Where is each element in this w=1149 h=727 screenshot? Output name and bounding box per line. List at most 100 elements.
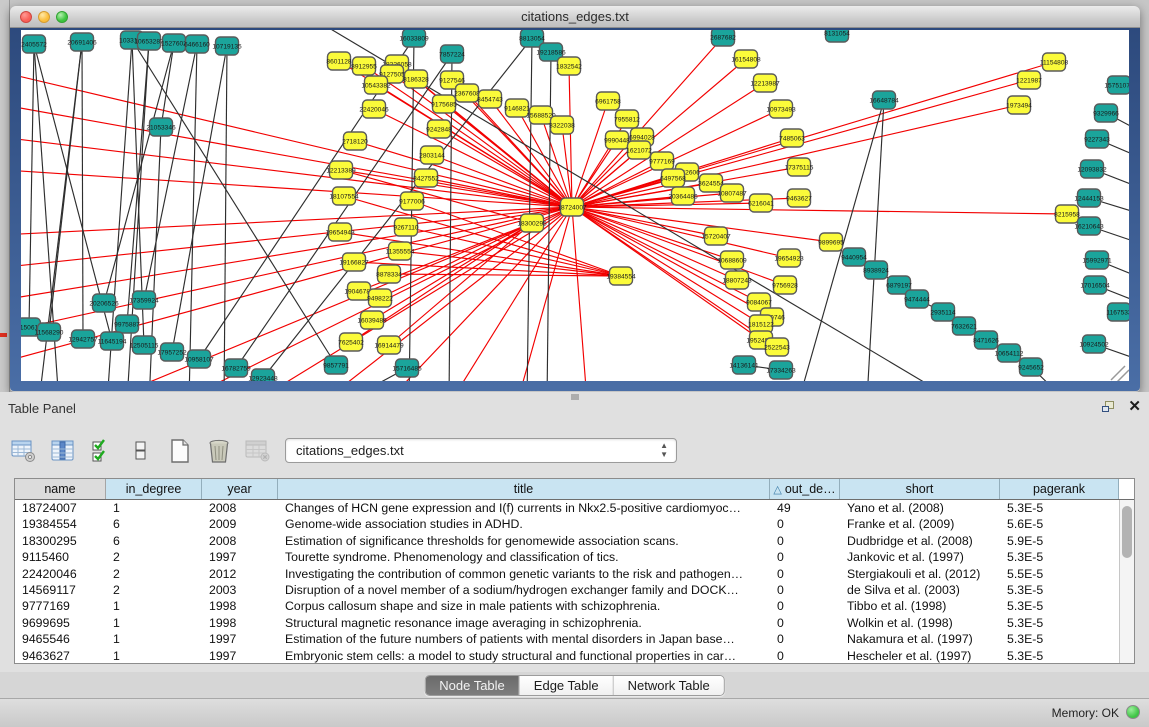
row-height-icon[interactable]: [127, 437, 155, 465]
graph-node[interactable]: 8878334: [376, 265, 402, 283]
graph-node[interactable]: 11645194: [98, 332, 127, 350]
graph-node[interactable]: 17016504: [1080, 276, 1110, 294]
column-header-short[interactable]: short: [840, 479, 1000, 499]
graph-node[interactable]: 16648784: [869, 91, 899, 109]
table-cell[interactable]: Tibbo et al. (1998): [840, 598, 1000, 614]
table-row[interactable]: 1456911722003Disruption of a novel membe…: [15, 582, 1134, 598]
column-visibility-icon[interactable]: [49, 437, 77, 465]
table-settings-icon[interactable]: [10, 437, 38, 465]
table-cell[interactable]: Investigating the contribution of common…: [278, 566, 770, 582]
graph-node[interactable]: 7857224: [439, 45, 465, 63]
column-header-title[interactable]: title: [278, 479, 770, 499]
table-cell[interactable]: 1: [106, 500, 202, 516]
graph-node[interactable]: 12942757: [68, 330, 98, 348]
table-cell[interactable]: Estimation of the future numbers of pati…: [278, 631, 770, 647]
graph-node[interactable]: 16782759: [221, 359, 251, 377]
table-select-dropdown[interactable]: citations_edges.txt ▲▼: [285, 438, 677, 463]
table-row[interactable]: 911546021997Tourette syndrome. Phenomeno…: [15, 549, 1134, 565]
table-row[interactable]: 946554611997Estimation of the future num…: [15, 631, 1134, 647]
table-cell[interactable]: 9699695: [15, 615, 106, 631]
table-cell[interactable]: 2008: [202, 500, 278, 516]
table-cell[interactable]: 1: [106, 598, 202, 614]
graph-node[interactable]: 10653287: [134, 32, 164, 50]
close-panel-icon[interactable]: ✕: [1128, 400, 1141, 414]
table-cell[interactable]: Changes of HCN gene expression and I(f) …: [278, 500, 770, 516]
graph-node[interactable]: 1973494: [1006, 96, 1032, 114]
graph-node[interactable]: 9227343: [1084, 130, 1110, 148]
tab-node-table[interactable]: Node Table: [425, 676, 520, 695]
graph-node[interactable]: 22420046: [359, 100, 389, 118]
table-cell[interactable]: 9777169: [15, 598, 106, 614]
table-cell[interactable]: 0: [770, 615, 840, 631]
resize-grip[interactable]: [1111, 366, 1129, 381]
node-table[interactable]: namein_degreeyeartitle△out_de…shortpager…: [14, 478, 1135, 664]
graph-node[interactable]: 9175685: [431, 95, 457, 113]
graph-node[interactable]: 15992971: [1082, 251, 1112, 269]
graph-node[interactable]: 11154808: [1040, 53, 1069, 71]
table-cell[interactable]: 14569117: [15, 582, 106, 598]
graph-node[interactable]: 9474444: [904, 290, 930, 308]
table-cell[interactable]: 1: [106, 631, 202, 647]
graph-node[interactable]: 12213389: [326, 161, 356, 179]
graph-node[interactable]: 16914479: [374, 336, 404, 354]
graph-node[interactable]: 19654923: [774, 249, 804, 267]
table-cell[interactable]: 0: [770, 516, 840, 532]
table-cell[interactable]: 9465546: [15, 631, 106, 647]
table-row[interactable]: 2242004622012Investigating the contribut…: [15, 566, 1134, 582]
graph-node[interactable]: 8454743: [477, 90, 503, 108]
graph-node[interactable]: 9440954: [841, 248, 867, 266]
graph-node[interactable]: 10654112: [995, 344, 1024, 362]
table-cell[interactable]: 0: [770, 598, 840, 614]
table-cell[interactable]: 2009: [202, 516, 278, 532]
graph-node[interactable]: 20206526: [89, 294, 119, 312]
graph-node[interactable]: 9899695: [818, 233, 844, 251]
table-cell[interactable]: 1: [106, 648, 202, 664]
graph-node[interactable]: 1221987: [1016, 71, 1042, 89]
graph-node[interactable]: 10807487: [717, 184, 747, 202]
table-cell[interactable]: Estimation of significance thresholds fo…: [278, 533, 770, 549]
graph-node[interactable]: 10688609: [717, 251, 747, 269]
table-cell[interactable]: 2: [106, 582, 202, 598]
table-cell[interactable]: 6: [106, 533, 202, 549]
graph-node[interactable]: 8912955: [351, 57, 377, 75]
delete-table-icon[interactable]: [205, 437, 233, 465]
table-row[interactable]: 1830029562008Estimation of significance …: [15, 533, 1134, 549]
graph-node[interactable]: 10924502: [1079, 335, 1109, 353]
table-cell[interactable]: 1: [106, 615, 202, 631]
graph-node[interactable]: 2687682: [710, 30, 736, 46]
table-cell[interactable]: 1997: [202, 631, 278, 647]
table-cell[interactable]: 9463627: [15, 648, 106, 664]
graph-node[interactable]: 6497568: [660, 169, 686, 187]
graph-node[interactable]: 9498222: [367, 289, 393, 307]
table-cell[interactable]: 0: [770, 631, 840, 647]
graph-node[interactable]: 9777169: [649, 152, 675, 170]
table-cell[interactable]: 1998: [202, 598, 278, 614]
graph-node[interactable]: 8427552: [413, 169, 439, 187]
graph-node[interactable]: 10973493: [766, 100, 796, 118]
graph-node[interactable]: 17957252: [157, 343, 187, 361]
graph-node[interactable]: 10958107: [184, 350, 214, 368]
table-cell[interactable]: Wolkin et al. (1998): [840, 615, 1000, 631]
table-cell[interactable]: 5.3E-5: [1000, 615, 1119, 631]
graph-node[interactable]: 2803144: [419, 146, 445, 164]
graph-node[interactable]: 18300295: [517, 214, 547, 232]
table-cell[interactable]: Dudbridge et al. (2008): [840, 533, 1000, 549]
table-cell[interactable]: 1997: [202, 549, 278, 565]
table-cell[interactable]: Jankovic et al. (1997): [840, 549, 1000, 565]
graph-node[interactable]: 19654943: [325, 223, 355, 241]
graph-node[interactable]: 2522543: [764, 338, 790, 356]
graph-node[interactable]: 19384554: [606, 267, 636, 285]
table-cell[interactable]: 5.3E-5: [1000, 549, 1119, 565]
graph-node[interactable]: 9990448: [604, 131, 630, 149]
graph-node[interactable]: 9463627: [786, 189, 812, 207]
float-panel-icon[interactable]: [1102, 400, 1116, 414]
table-cell[interactable]: 49: [770, 500, 840, 516]
table-cell[interactable]: 2012: [202, 566, 278, 582]
graph-node[interactable]: 15716485: [392, 359, 422, 377]
table-cell[interactable]: Franke et al. (2009): [840, 516, 1000, 532]
table-cell[interactable]: 9115460: [15, 549, 106, 565]
table-cell[interactable]: 18724007: [15, 500, 106, 516]
table-cell[interactable]: 5.3E-5: [1000, 500, 1119, 516]
column-header-in_degree[interactable]: in_degree: [106, 479, 202, 499]
graph-node[interactable]: 6466160: [184, 35, 210, 53]
